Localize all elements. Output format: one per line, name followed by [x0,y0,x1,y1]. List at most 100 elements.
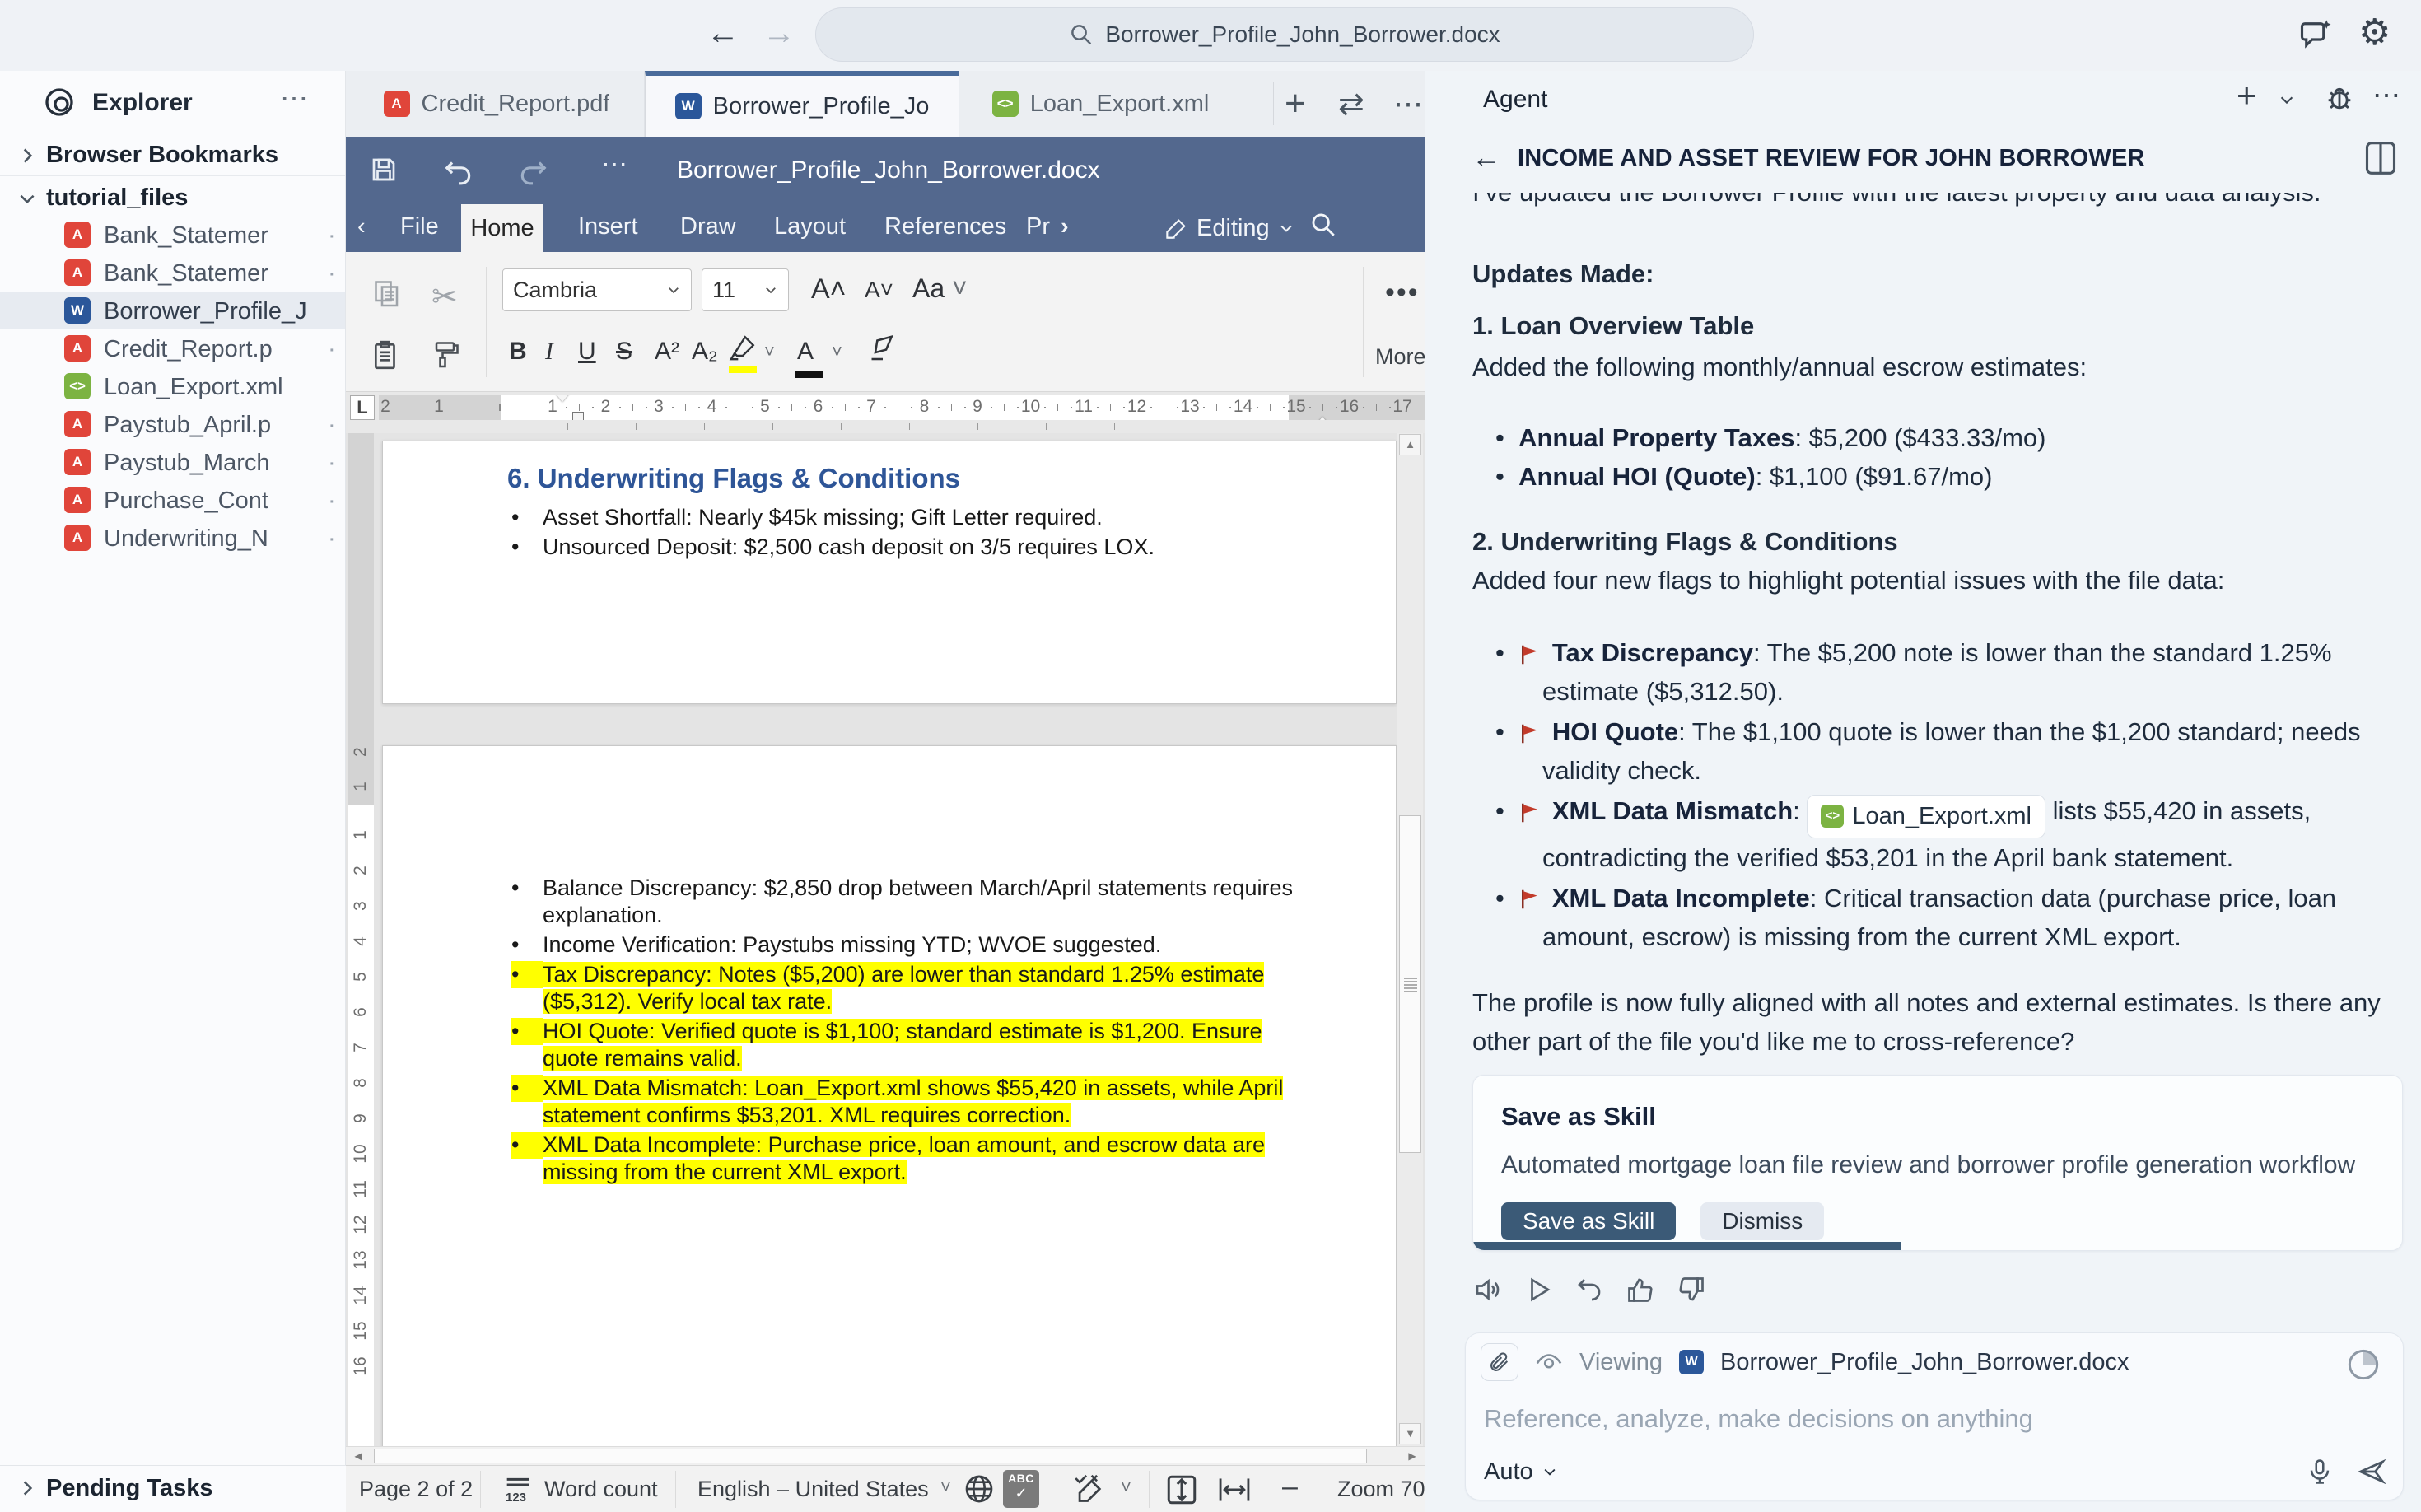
compare-icon[interactable]: ⇄ [1338,71,1364,137]
globe-icon[interactable] [963,1472,996,1505]
thumbs-down-icon[interactable] [1677,1269,1706,1308]
clear-format-icon[interactable] [868,334,898,364]
play-icon[interactable] [1523,1269,1553,1308]
font-name-select[interactable]: Cambria [502,268,692,311]
back-icon[interactable]: ← [707,15,739,52]
menu-file[interactable]: File [400,213,439,240]
read-aloud-icon[interactable] [1472,1269,1502,1308]
horizontal-scrollbar[interactable]: ◀ ▶ [346,1446,1425,1465]
address-search-bar[interactable]: Borrower_Profile_John_Borrower.docx [815,7,1754,62]
zoom-out-icon[interactable]: – [1282,1471,1298,1503]
ribbon-more-icon[interactable]: ••• [1385,277,1420,309]
shrink-font-button[interactable]: A˅ [865,277,893,303]
font-color-button[interactable]: A [797,338,814,366]
menu-insert[interactable]: Insert [578,213,638,240]
new-chat-button[interactable]: + [2237,76,2257,115]
mode-select[interactable]: Auto [1484,1458,1558,1486]
file-list-item[interactable]: A Purchase_Cont · [0,481,345,519]
file-chip[interactable]: <>Loan_Export.xml [1807,795,2045,838]
thumbs-up-icon[interactable] [1626,1269,1655,1308]
horizontal-scroll-thumb[interactable] [374,1449,1367,1463]
find-icon[interactable] [1309,211,1337,239]
file-list-item[interactable]: A Credit_Report.p · [0,329,345,367]
menu-truncated[interactable]: Pr [1026,213,1050,240]
file-list-item[interactable]: A Paystub_March · [0,443,345,481]
spellcheck-icon[interactable]: ABC✓ [1003,1470,1039,1508]
attach-button[interactable] [1481,1343,1518,1381]
grow-font-button[interactable]: A˄ [811,273,847,306]
language-label[interactable]: English – United States [697,1477,929,1502]
dismiss-button[interactable]: Dismiss [1700,1202,1824,1240]
menu-home-active[interactable]: Home [461,204,543,252]
format-painter-icon[interactable] [431,339,461,369]
split-panel-icon[interactable] [2363,138,2399,178]
subscript-button[interactable]: A₂ [692,338,718,366]
chat-input-placeholder[interactable]: Reference, analyze, make decisions on an… [1484,1404,2033,1434]
back-arrow-icon[interactable]: ← [1472,140,1501,175]
document-page-2[interactable]: •Balance Discrepancy: $2,850 drop betwee… [382,745,1397,1446]
vertical-scrollbar[interactable]: ▲ ▼ [1397,433,1423,1446]
page-indicator[interactable]: Page 2 of 2 [359,1477,473,1502]
undo-icon[interactable] [443,155,474,186]
cut-icon[interactable]: ✂ [431,278,458,315]
proofing-icon[interactable] [1073,1472,1108,1505]
word-count-label[interactable]: Word count [544,1477,658,1502]
bug-icon[interactable] [2323,82,2356,115]
menu-scroll-right-icon[interactable]: › [1061,213,1069,240]
tab-more-icon[interactable]: ⋯ [1393,71,1425,137]
fit-width-icon[interactable] [1216,1472,1252,1507]
change-case-button[interactable]: Aa ˅ [912,273,968,304]
vertical-scroll-thumb[interactable] [1399,815,1421,1153]
file-list-item[interactable]: <> Loan_Export.xml [0,367,345,405]
file-list-item[interactable]: A Bank_Statemer · [0,254,345,292]
left-indent-marker[interactable] [572,412,584,420]
editing-mode-button[interactable]: Editing [1165,204,1294,252]
redo-icon[interactable] [517,155,548,186]
font-color-dropdown-icon[interactable]: ˅ [832,341,842,362]
send-icon[interactable] [2357,1457,2386,1486]
titlebar-more-icon[interactable]: ⋯ [601,148,627,180]
fit-page-icon[interactable] [1164,1472,1199,1507]
bold-button[interactable]: B [509,338,527,366]
tab-borrower-profile[interactable]: W Borrower_Profile_Jo [645,71,959,137]
scroll-right-icon[interactable]: ▶ [1402,1448,1423,1464]
save-as-skill-button[interactable]: Save as Skill [1501,1202,1676,1240]
highlight-button[interactable] [729,333,757,362]
menu-draw[interactable]: Draw [680,213,736,240]
horizontal-ruler[interactable]: L 211234567891011121314151617 [346,392,1425,433]
file-list-item[interactable]: A Paystub_April.p · [0,405,345,443]
scroll-up-icon[interactable]: ▲ [1399,434,1421,455]
menu-layout[interactable]: Layout [774,213,846,240]
tab-credit-report[interactable]: A Credit_Report.pdf [349,71,645,137]
strikethrough-button[interactable]: S [616,338,632,366]
file-list-item[interactable]: A Underwriting_N · [0,519,345,557]
retry-icon[interactable] [1574,1269,1604,1308]
forward-icon[interactable]: → [763,15,795,52]
file-list-item[interactable]: A Bank_Statemer · [0,216,345,254]
highlight-dropdown-icon[interactable]: ˅ [764,341,775,362]
document-page-1[interactable]: 6. Underwriting Flags & Conditions •Asse… [382,441,1397,704]
superscript-button[interactable]: A² [655,338,679,366]
chat-sparkle-icon[interactable] [2299,16,2334,51]
sidebar-item-browser-bookmarks[interactable]: Browser Bookmarks [0,137,345,176]
italic-button[interactable]: I [545,338,553,366]
gear-icon[interactable]: ⚙ [2358,12,2391,54]
pending-tasks-bar[interactable]: Pending Tasks [0,1465,346,1512]
scroll-left-icon[interactable]: ◀ [348,1448,369,1464]
language-dropdown-icon[interactable]: ˅ [940,1477,951,1498]
mic-icon[interactable] [2306,1458,2334,1486]
menu-scroll-left-icon[interactable]: ‹ [357,213,366,240]
underline-button[interactable]: U [578,338,596,366]
chevron-down-icon[interactable] [2278,91,2296,109]
scroll-down-icon[interactable]: ▼ [1399,1423,1421,1444]
menu-references[interactable]: References [884,213,1006,240]
tab-stop-selector[interactable]: L [350,395,375,420]
chat-input-box[interactable]: Viewing W Borrower_Profile_John_Borrower… [1465,1332,2404,1500]
font-size-select[interactable]: 11 [702,268,789,311]
new-tab-button[interactable]: + [1285,71,1306,137]
zoom-level[interactable]: Zoom 70% [1337,1477,1425,1502]
sidebar-folder-tutorial-files[interactable]: tutorial_files [0,180,345,217]
agent-more-icon[interactable]: ⋯ [2372,79,2400,112]
proofing-dropdown-icon[interactable]: ˅ [1121,1477,1131,1498]
tab-loan-export[interactable]: <> Loan_Export.xml [959,71,1242,137]
